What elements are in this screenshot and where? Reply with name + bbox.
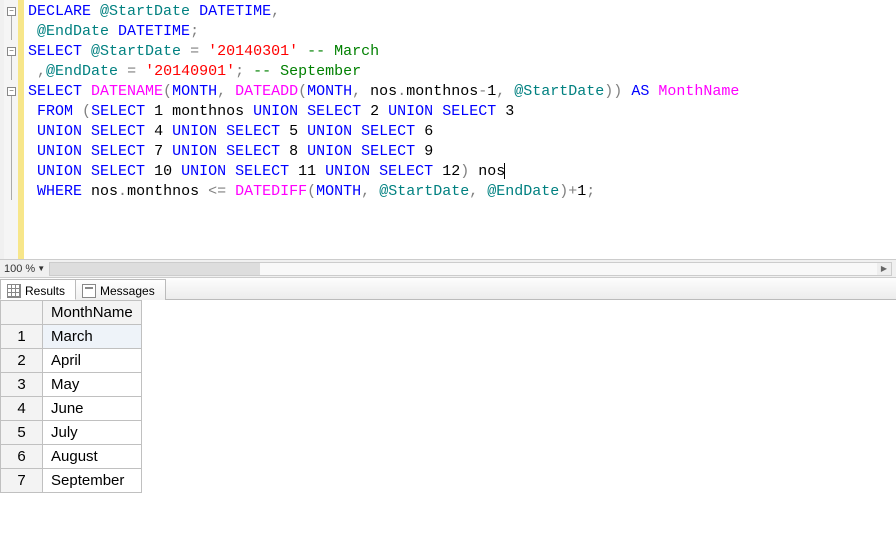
table-row[interactable]: 4June xyxy=(1,397,142,421)
tab-results[interactable]: Results xyxy=(0,279,76,300)
row-number-cell[interactable]: 2 xyxy=(1,349,43,373)
code-line[interactable]: @EndDate DATETIME; xyxy=(28,22,892,42)
code-area[interactable]: DECLARE @StartDate DATETIME, @EndDate DA… xyxy=(24,0,896,259)
code-line[interactable]: SELECT @StartDate = '20140301' -- March xyxy=(28,42,892,62)
cell-monthname[interactable]: March xyxy=(43,325,142,349)
fold-guide-line xyxy=(11,56,12,80)
fold-toggle[interactable]: − xyxy=(7,87,16,96)
table-row[interactable]: 1March xyxy=(1,325,142,349)
zoom-dropdown[interactable]: 100 % ▼ xyxy=(4,263,45,275)
row-number-cell[interactable]: 1 xyxy=(1,325,43,349)
row-number-cell[interactable]: 3 xyxy=(1,373,43,397)
code-line[interactable]: ,@EndDate = '20140901'; -- September xyxy=(28,62,892,82)
fold-gutter-strip: − − − xyxy=(4,0,18,259)
fold-toggle[interactable]: − xyxy=(7,7,16,16)
tab-messages[interactable]: Messages xyxy=(75,279,166,300)
results-tabstrip: Results Messages xyxy=(0,278,896,300)
code-line[interactable]: UNION SELECT 7 UNION SELECT 8 UNION SELE… xyxy=(28,142,892,162)
code-line[interactable]: SELECT DATENAME(MONTH, DATEADD(MONTH, no… xyxy=(28,82,892,102)
query-editor[interactable]: − − − DECLARE @StartDate DATETIME, @EndDat… xyxy=(0,0,896,260)
horizontal-scrollbar[interactable]: ◀ ▶ xyxy=(49,262,892,276)
fold-guide-line xyxy=(11,96,12,200)
results-grid[interactable]: MonthName 1March2April3May4June5July6Aug… xyxy=(0,300,142,493)
tab-results-label: Results xyxy=(25,284,65,298)
cell-monthname[interactable]: July xyxy=(43,421,142,445)
table-row[interactable]: 3May xyxy=(1,373,142,397)
chevron-down-icon: ▼ xyxy=(37,264,45,273)
text-cursor xyxy=(504,163,505,179)
cell-monthname[interactable]: September xyxy=(43,469,142,493)
code-line[interactable]: WHERE nos.monthnos <= DATEDIFF(MONTH, @S… xyxy=(28,182,892,202)
tab-messages-label: Messages xyxy=(100,284,155,298)
editor-status-bar: 100 % ▼ ◀ ▶ xyxy=(0,260,896,278)
code-line[interactable]: UNION SELECT 10 UNION SELECT 11 UNION SE… xyxy=(28,162,892,182)
cell-monthname[interactable]: August xyxy=(43,445,142,469)
table-row[interactable]: 5July xyxy=(1,421,142,445)
code-line[interactable]: DECLARE @StartDate DATETIME, xyxy=(28,2,892,22)
scroll-right-arrow-icon[interactable]: ▶ xyxy=(877,263,891,275)
row-number-cell[interactable]: 4 xyxy=(1,397,43,421)
table-row[interactable]: 7September xyxy=(1,469,142,493)
results-grid-icon xyxy=(7,284,21,298)
code-line[interactable]: FROM (SELECT 1 monthnos UNION SELECT 2 U… xyxy=(28,102,892,122)
table-row[interactable]: 2April xyxy=(1,349,142,373)
messages-icon xyxy=(82,284,96,298)
code-line[interactable]: UNION SELECT 4 UNION SELECT 5 UNION SELE… xyxy=(28,122,892,142)
grid-corner-cell[interactable] xyxy=(1,301,43,325)
row-number-cell[interactable]: 6 xyxy=(1,445,43,469)
row-number-cell[interactable]: 7 xyxy=(1,469,43,493)
fold-guide-line xyxy=(11,16,12,40)
scroll-thumb[interactable] xyxy=(50,263,260,275)
zoom-value: 100 % xyxy=(4,263,35,275)
column-header-monthname[interactable]: MonthName xyxy=(43,301,142,325)
cell-monthname[interactable]: May xyxy=(43,373,142,397)
row-number-cell[interactable]: 5 xyxy=(1,421,43,445)
fold-toggle[interactable]: − xyxy=(7,47,16,56)
table-row[interactable]: 6August xyxy=(1,445,142,469)
cell-monthname[interactable]: June xyxy=(43,397,142,421)
cell-monthname[interactable]: April xyxy=(43,349,142,373)
